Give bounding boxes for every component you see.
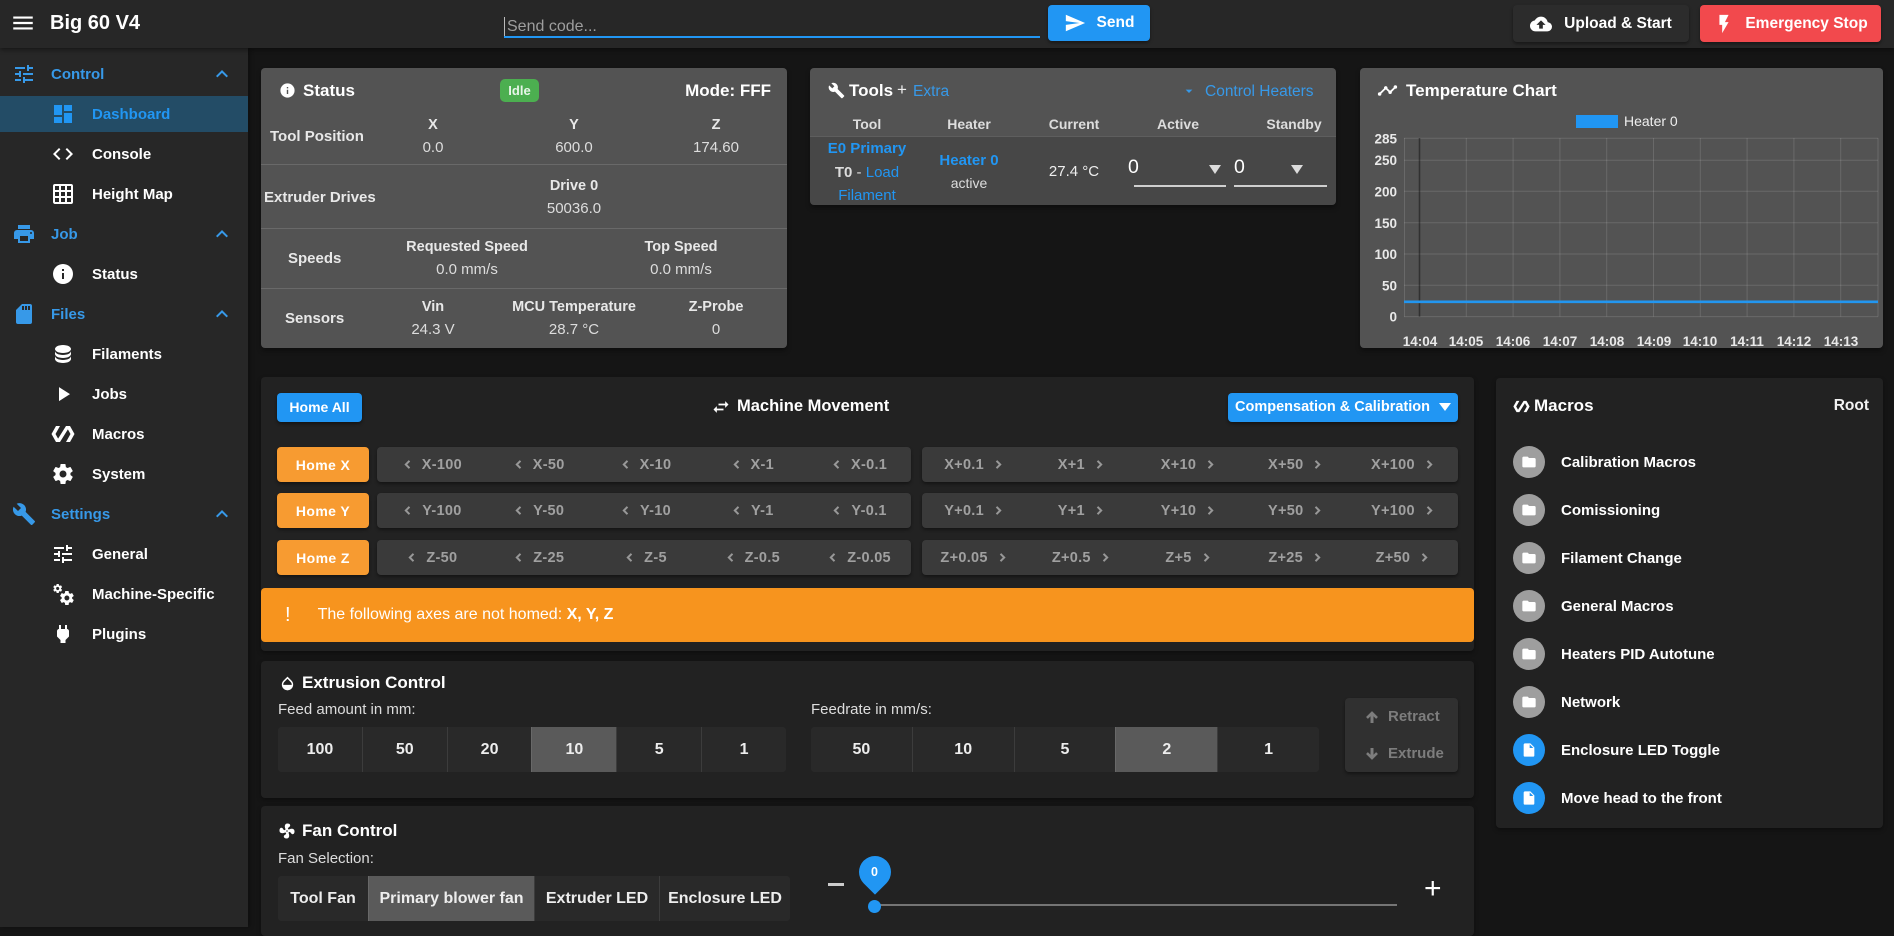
svg-text:50: 50 [1382, 278, 1397, 293]
svg-text:14:04: 14:04 [1403, 334, 1438, 348]
svg-text:14:10: 14:10 [1683, 334, 1718, 348]
svg-text:14:09: 14:09 [1637, 334, 1672, 348]
svg-text:14:11: 14:11 [1730, 334, 1764, 348]
svg-text:14:08: 14:08 [1590, 334, 1625, 348]
svg-text:285: 285 [1374, 131, 1397, 146]
svg-text:100: 100 [1374, 247, 1397, 262]
svg-text:250: 250 [1374, 153, 1397, 168]
svg-text:0: 0 [1389, 310, 1397, 325]
svg-text:Heater 0: Heater 0 [1624, 113, 1678, 129]
svg-text:14:06: 14:06 [1496, 334, 1531, 348]
svg-text:150: 150 [1374, 216, 1397, 231]
svg-text:14:07: 14:07 [1543, 334, 1578, 348]
svg-text:14:05: 14:05 [1449, 334, 1484, 348]
svg-text:14:13: 14:13 [1824, 334, 1859, 348]
svg-text:14:12: 14:12 [1777, 334, 1812, 348]
svg-text:200: 200 [1374, 184, 1397, 199]
